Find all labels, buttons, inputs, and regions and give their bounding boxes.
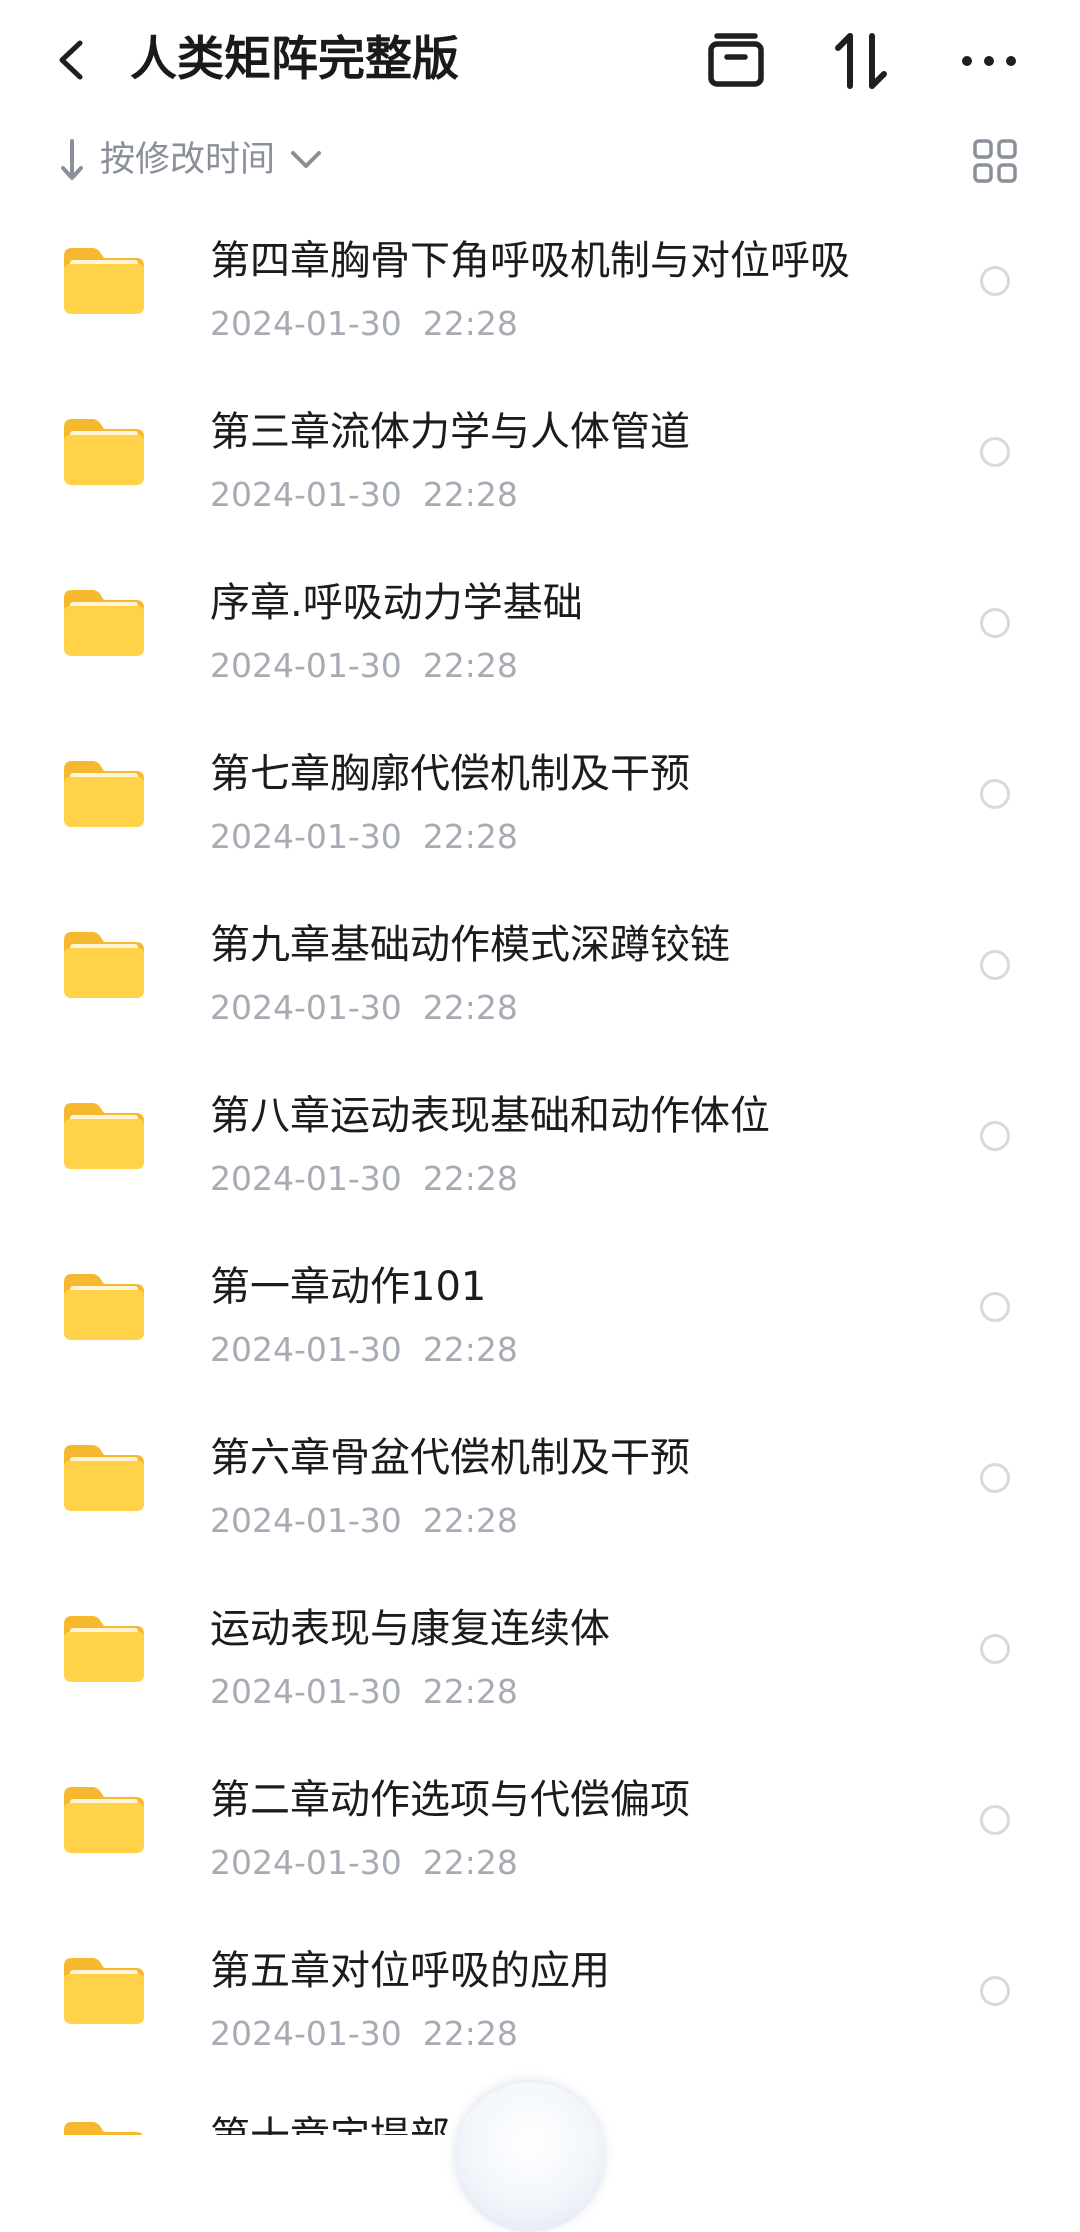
file-name: 第二章动作选项与代偿偏项 — [210, 1777, 690, 1823]
file-time: 22:28 — [422, 2014, 518, 2053]
list-item[interactable]: 第七章胸廓代偿机制及干预 2024-01-30 22:28 — [0, 723, 1080, 894]
collect-icon[interactable] — [705, 30, 767, 92]
list-item[interactable]: 第三章流体力学与人体管道 2024-01-30 22:28 — [0, 381, 1080, 552]
folder-icon — [60, 586, 148, 660]
file-modified-time: 2024-01-30 22:28 — [210, 2012, 518, 2056]
select-checkbox[interactable] — [980, 1805, 1010, 1835]
file-modified-time: 2024-01-30 22:28 — [210, 1499, 518, 1543]
file-name: 第十章定提部 — [210, 2110, 450, 2135]
sort-label: 按修改时间 — [100, 140, 276, 180]
select-checkbox[interactable] — [980, 950, 1010, 980]
file-name: 运动表现与康复连续体 — [210, 1606, 610, 1652]
list-item[interactable]: 第六章骨盆代偿机制及干预 2024-01-30 22:28 — [0, 1407, 1080, 1578]
file-date: 2024-01-30 — [210, 475, 402, 514]
select-checkbox[interactable] — [980, 1976, 1010, 2006]
select-checkbox[interactable] — [980, 779, 1010, 809]
list-item[interactable]: 运动表现与康复连续体 2024-01-30 22:28 — [0, 1578, 1080, 1749]
folder-icon — [60, 1099, 148, 1173]
page-title: 人类矩阵完整版 — [130, 32, 459, 87]
folder-icon — [60, 1441, 148, 1515]
file-modified-time: 2024-01-30 22:28 — [210, 1670, 518, 1714]
file-modified-time: 2024-01-30 22:28 — [210, 644, 518, 688]
file-time: 22:28 — [422, 475, 518, 514]
file-time: 22:28 — [422, 817, 518, 856]
file-modified-time: 2024-01-30 22:28 — [210, 1328, 518, 1372]
select-checkbox[interactable] — [980, 608, 1010, 638]
folder-icon — [60, 757, 148, 831]
file-name: 第九章基础动作模式深蹲铰链 — [210, 922, 730, 968]
top-bar: 人类矩阵完整版 — [0, 0, 1080, 130]
file-name: 第八章运动表现基础和动作体位 — [210, 1093, 770, 1139]
file-date: 2024-01-30 — [210, 304, 402, 343]
file-time: 22:28 — [422, 988, 518, 1027]
file-name: 第六章骨盆代偿机制及干预 — [210, 1435, 690, 1481]
file-name: 第五章对位呼吸的应用 — [210, 1948, 610, 1994]
folder-icon — [60, 1270, 148, 1344]
select-checkbox[interactable] — [980, 1121, 1010, 1151]
file-time: 22:28 — [422, 646, 518, 685]
file-date: 2024-01-30 — [210, 817, 402, 856]
file-modified-time: 2024-01-30 22:28 — [210, 815, 518, 859]
file-time: 22:28 — [422, 1672, 518, 1711]
file-name: 序章.呼吸动力学基础 — [210, 580, 583, 626]
chevron-down-icon — [291, 151, 322, 168]
sort-order-toggle[interactable]: 按修改时间 — [58, 130, 323, 190]
select-checkbox[interactable] — [980, 437, 1010, 467]
floating-assistant-button[interactable] — [455, 2082, 605, 2232]
select-checkbox[interactable] — [980, 1634, 1010, 1664]
folder-icon — [60, 415, 148, 489]
file-date: 2024-01-30 — [210, 1501, 402, 1540]
folder-icon — [60, 2118, 148, 2135]
list-item[interactable]: 第一章动作101 2024-01-30 22:28 — [0, 1236, 1080, 1407]
file-name: 第四章胸骨下角呼吸机制与对位呼吸 — [210, 238, 850, 284]
sort-down-arrow-icon — [61, 139, 83, 180]
file-name: 第七章胸廓代偿机制及干预 — [210, 751, 690, 797]
folder-icon — [60, 1612, 148, 1686]
file-date: 2024-01-30 — [210, 1843, 402, 1882]
folder-icon — [60, 928, 148, 1002]
grid-view-icon[interactable] — [972, 138, 1018, 184]
file-date: 2024-01-30 — [210, 1159, 402, 1198]
list-item[interactable]: 第四章胸骨下角呼吸机制与对位呼吸 2024-01-30 22:28 — [0, 210, 1080, 381]
list-item[interactable]: 第八章运动表现基础和动作体位 2024-01-30 22:28 — [0, 1065, 1080, 1236]
file-modified-time: 2024-01-30 22:28 — [210, 473, 518, 517]
back-icon[interactable] — [50, 35, 94, 85]
file-time: 22:28 — [422, 1501, 518, 1540]
sort-bar: 按修改时间 — [0, 130, 1080, 190]
folder-icon — [60, 1783, 148, 1857]
folder-icon — [60, 244, 148, 318]
file-date: 2024-01-30 — [210, 988, 402, 1027]
file-date: 2024-01-30 — [210, 2014, 402, 2053]
file-time: 22:28 — [422, 304, 518, 343]
list-item[interactable]: 第九章基础动作模式深蹲铰链 2024-01-30 22:28 — [0, 894, 1080, 1065]
file-date: 2024-01-30 — [210, 1672, 402, 1711]
file-list: 第四章胸骨下角呼吸机制与对位呼吸 2024-01-30 22:28 第三章流体力学与… — [0, 210, 1080, 2091]
file-time: 22:28 — [422, 1843, 518, 1882]
file-time: 22:28 — [422, 1330, 518, 1369]
file-modified-time: 2024-01-30 22:28 — [210, 1157, 518, 1201]
file-date: 2024-01-30 — [210, 646, 402, 685]
list-item[interactable]: 第二章动作选项与代偿偏项 2024-01-30 22:28 — [0, 1749, 1080, 1920]
list-item[interactable]: 第五章对位呼吸的应用 2024-01-30 22:28 — [0, 1920, 1080, 2091]
file-modified-time: 2024-01-30 22:28 — [210, 1841, 518, 1885]
select-checkbox[interactable] — [980, 266, 1010, 296]
select-checkbox[interactable] — [980, 1292, 1010, 1322]
list-item[interactable]: 序章.呼吸动力学基础 2024-01-30 22:28 — [0, 552, 1080, 723]
file-date: 2024-01-30 — [210, 1330, 402, 1369]
file-name: 第三章流体力学与人体管道 — [210, 409, 690, 455]
sort-icon[interactable] — [830, 30, 892, 92]
folder-icon — [60, 1954, 148, 2028]
file-modified-time: 2024-01-30 22:28 — [210, 986, 518, 1030]
select-checkbox[interactable] — [980, 1463, 1010, 1493]
file-name: 第一章动作101 — [210, 1264, 487, 1310]
more-icon[interactable] — [958, 30, 1020, 92]
file-time: 22:28 — [422, 1159, 518, 1198]
file-modified-time: 2024-01-30 22:28 — [210, 302, 518, 346]
